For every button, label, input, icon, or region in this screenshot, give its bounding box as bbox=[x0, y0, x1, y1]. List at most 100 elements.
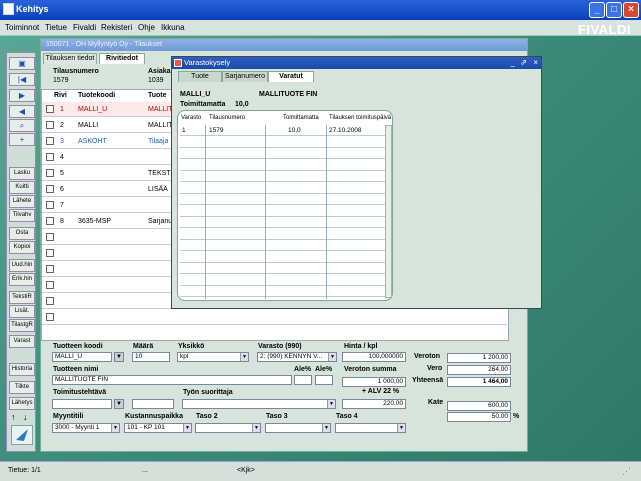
reservation-row[interactable] bbox=[180, 137, 385, 148]
reservation-row[interactable] bbox=[180, 206, 385, 217]
warehouse-select[interactable]: 2: (990) KENNYN V... ▼ bbox=[257, 352, 337, 362]
up-arrow-icon[interactable]: ↑ bbox=[11, 412, 16, 422]
new-record-icon[interactable]: + bbox=[9, 133, 35, 146]
row-checkbox[interactable] bbox=[46, 249, 54, 257]
tab-sarjanumero[interactable]: Sarjanumero bbox=[222, 71, 268, 82]
menu-ikkuna[interactable]: Ikkuna bbox=[161, 23, 185, 32]
reservation-row[interactable] bbox=[180, 275, 385, 286]
reservation-row[interactable] bbox=[180, 229, 385, 240]
save-icon[interactable]: ▣ bbox=[9, 57, 35, 70]
reservation-row[interactable] bbox=[180, 286, 385, 297]
menu-fivaldi[interactable]: Fivaldi bbox=[73, 23, 96, 32]
product-name-field[interactable]: MALLITUOTE FIN bbox=[52, 375, 292, 385]
lahetys-button[interactable]: Lähetys bbox=[9, 397, 35, 410]
row-checkbox[interactable] bbox=[46, 105, 54, 113]
row-num: 3 bbox=[60, 138, 64, 145]
varast-button[interactable]: Varast bbox=[9, 335, 35, 348]
reservation-row[interactable] bbox=[180, 252, 385, 263]
search-icon[interactable]: ⌕ bbox=[9, 119, 35, 132]
row-num: 1 bbox=[60, 106, 64, 113]
reservations-scrollbar[interactable] bbox=[385, 125, 392, 298]
row-checkbox[interactable] bbox=[46, 297, 54, 305]
vat-total-field: 220,00 bbox=[342, 399, 406, 409]
menu-rekisteri[interactable]: Rekisteri bbox=[101, 23, 132, 32]
table-row[interactable] bbox=[42, 310, 507, 325]
first-record-icon[interactable]: |◀ bbox=[9, 73, 35, 86]
menu-tietue[interactable]: Tietue bbox=[45, 23, 67, 32]
discount1-field[interactable] bbox=[294, 375, 312, 385]
level2-select[interactable]: ▼ bbox=[195, 423, 261, 433]
reservation-row[interactable] bbox=[180, 148, 385, 159]
tab-varatut[interactable]: Varatut bbox=[268, 71, 314, 82]
tab-order-details[interactable]: Tilauksen tiedot bbox=[43, 53, 97, 64]
lahete-button[interactable]: Lähete bbox=[9, 195, 35, 208]
close-button[interactable]: × bbox=[623, 2, 639, 18]
row-checkbox[interactable] bbox=[46, 281, 54, 289]
reservation-row[interactable] bbox=[180, 240, 385, 251]
menu-toiminnot[interactable]: Toiminnot bbox=[5, 23, 39, 32]
dialog-close-icon[interactable]: × bbox=[533, 58, 538, 67]
menu-ohje[interactable]: Ohje bbox=[138, 23, 155, 32]
row-checkbox[interactable] bbox=[46, 185, 54, 193]
lisat-button[interactable]: Lisät. bbox=[9, 305, 35, 318]
row-name: LISÄÄ bbox=[148, 186, 168, 193]
level3-select[interactable]: ▼ bbox=[265, 423, 331, 433]
delivery-label: Toimitustehtävä bbox=[53, 389, 107, 396]
delivery-lookup-icon[interactable]: ▼ bbox=[114, 399, 124, 409]
lasku-button[interactable]: Lasku bbox=[9, 167, 35, 180]
row-checkbox[interactable] bbox=[46, 201, 54, 209]
resize-grip-icon[interactable]: ⋰ bbox=[622, 466, 631, 477]
historia-button[interactable]: Historia bbox=[9, 363, 35, 376]
costcenter-select[interactable]: 101 - KP 101 ▼ bbox=[124, 423, 192, 433]
kuitti-button[interactable]: Kuitti bbox=[9, 181, 35, 194]
reservation-row[interactable] bbox=[180, 263, 385, 274]
discount2-field[interactable] bbox=[315, 375, 333, 385]
erikhin-button[interactable]: Erik.hin bbox=[9, 273, 35, 286]
reservation-row[interactable] bbox=[180, 171, 385, 182]
row-checkbox[interactable] bbox=[46, 313, 54, 321]
reservation-row[interactable] bbox=[180, 183, 385, 194]
level4-select[interactable]: ▼ bbox=[335, 423, 406, 433]
unit-select[interactable]: kpl ▼ bbox=[177, 352, 249, 362]
dialog-minimize-icon[interactable]: _ bbox=[511, 58, 515, 67]
seller-select[interactable]: 3000 - Myynti 1 ▼ bbox=[52, 423, 120, 433]
dialog-restore-icon[interactable]: ⇗ bbox=[520, 58, 527, 67]
product-code-field[interactable]: MALLI_U bbox=[52, 352, 112, 362]
product-lookup-icon[interactable]: ▼ bbox=[114, 352, 124, 362]
row-checkbox[interactable] bbox=[46, 153, 54, 161]
tilastgr-button[interactable]: TilastgR bbox=[9, 319, 35, 332]
reservation-row[interactable] bbox=[180, 217, 385, 228]
row-checkbox[interactable] bbox=[46, 265, 54, 273]
work-label: Työn suorittaja bbox=[183, 389, 233, 396]
qty-field[interactable]: 10 bbox=[132, 352, 170, 362]
delivery-field[interactable] bbox=[52, 399, 112, 409]
tab-tuote[interactable]: Tuote bbox=[178, 71, 222, 82]
reservation-row[interactable] bbox=[180, 194, 385, 205]
kopioi-button[interactable]: Kopioi bbox=[9, 241, 35, 254]
osta-button[interactable]: Osta bbox=[9, 227, 35, 240]
price-field[interactable]: 100,000000 bbox=[342, 352, 406, 362]
work-select[interactable]: ▼ bbox=[182, 399, 336, 409]
row-checkbox[interactable] bbox=[46, 137, 54, 145]
totals-total-label: Yhteensä bbox=[412, 377, 444, 384]
delivery-extra-field[interactable] bbox=[132, 399, 174, 409]
next-record-icon[interactable]: ▶ bbox=[9, 89, 35, 102]
tilvahv-button[interactable]: Tilvahv bbox=[9, 209, 35, 222]
fivaldi-logo: FIVALDI bbox=[577, 22, 631, 37]
minimize-button[interactable]: _ bbox=[589, 2, 605, 18]
tekstir-button[interactable]: TekstiR bbox=[9, 291, 35, 304]
row-checkbox[interactable] bbox=[46, 233, 54, 241]
down-arrow-icon[interactable]: ↓ bbox=[23, 412, 28, 422]
uudhin-button[interactable]: Uud.hin bbox=[9, 259, 35, 272]
row-checkbox[interactable] bbox=[46, 217, 54, 225]
chevron-down-icon: ▼ bbox=[252, 424, 260, 432]
chevron-down-icon: ▼ bbox=[183, 424, 191, 432]
maximize-button[interactable]: □ bbox=[606, 2, 622, 18]
row-checkbox[interactable] bbox=[46, 169, 54, 177]
reservation-row[interactable]: 1 1579 10,0 27.10.2008 bbox=[180, 125, 385, 136]
prev-record-icon[interactable]: ◀ bbox=[9, 105, 35, 118]
row-checkbox[interactable] bbox=[46, 121, 54, 129]
reservation-row[interactable] bbox=[180, 160, 385, 171]
tilkte-button[interactable]: Tilkte bbox=[9, 381, 35, 394]
tab-row-details[interactable]: Rivitiedot bbox=[99, 53, 145, 64]
